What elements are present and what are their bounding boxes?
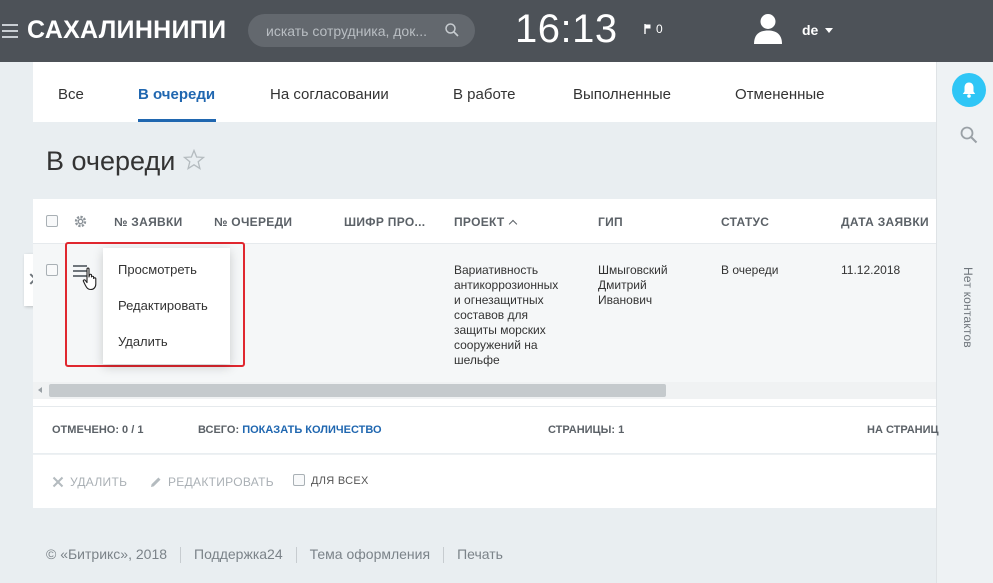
menu-item-edit[interactable]: Редактировать (118, 298, 208, 313)
brand-logo[interactable]: САХАЛИННИПИ (27, 16, 226, 45)
cell-gip: Шмыговский Дмитрий Иванович (598, 263, 668, 308)
column-queue-number[interactable]: № ОЧЕРЕДИ (214, 215, 292, 229)
menu-item-view[interactable]: Просмотреть (118, 262, 197, 277)
gear-icon[interactable] (73, 214, 88, 229)
project-line: антикоррозионных (454, 278, 559, 292)
total-count: ВСЕГО: ПОКАЗАТЬ КОЛИЧЕСТВО (198, 424, 382, 436)
page-title: В очереди (46, 146, 176, 176)
menu-item-delete[interactable]: Удалить (118, 334, 168, 349)
theme-link[interactable]: Тема оформления (310, 546, 430, 562)
column-status[interactable]: СТАТУС (721, 215, 769, 229)
pages-label: СТРАНИЦЫ: 1 (548, 424, 625, 436)
column-gip[interactable]: ГИП (598, 215, 623, 229)
gip-line: Иванович (598, 293, 653, 307)
tab-cancelled[interactable]: Отмененные (735, 86, 825, 103)
page-footer: © «Битрикс», 2018 Поддержка24 Тема оформ… (46, 546, 503, 563)
column-project-label: ПРОЕКТ (454, 215, 505, 229)
search-icon[interactable] (445, 23, 459, 37)
tab-in-progress[interactable]: В работе (453, 86, 516, 103)
filter-tabs: Все В очереди На согласовании В работе В… (33, 62, 936, 122)
project-line: и огнезащитных (454, 293, 544, 307)
tab-on-approval[interactable]: На согласовании (270, 86, 389, 103)
column-project-code[interactable]: ШИФР ПРО... (344, 215, 425, 229)
divider (443, 547, 445, 563)
hamburger-menu-icon[interactable] (2, 24, 18, 38)
search-box[interactable] (248, 14, 475, 47)
tab-completed[interactable]: Выполненные (573, 86, 671, 103)
clock[interactable]: 16:13 (515, 7, 618, 52)
tab-in-queue[interactable]: В очереди (138, 86, 215, 103)
notifications-button[interactable] (952, 73, 986, 107)
for-all-label: ДЛЯ ВСЕХ (311, 475, 369, 487)
bell-icon (962, 82, 976, 98)
user-avatar-icon[interactable] (754, 13, 782, 44)
column-request-number[interactable]: № ЗАЯВКИ (114, 215, 183, 229)
grid-footer: ОТМЕЧЕНО: 0 / 1 ВСЕГО: ПОКАЗАТЬ КОЛИЧЕСТ… (33, 406, 939, 453)
row-context-menu: Просмотреть Редактировать Удалить (103, 248, 230, 364)
project-line: шельфе (454, 353, 500, 367)
total-label: ВСЕГО: (198, 424, 240, 436)
support-link[interactable]: Поддержка24 (194, 546, 283, 562)
active-tab-underline (138, 119, 216, 122)
group-actions-bar: УДАЛИТЬ РЕДАКТИРОВАТЬ ДЛЯ ВСЕХ (33, 454, 936, 508)
contacts-search-icon[interactable] (960, 126, 978, 144)
flag-count: 0 (656, 22, 663, 36)
for-all-checkbox[interactable] (293, 474, 305, 486)
work-day-indicator[interactable]: 0 (644, 22, 663, 36)
project-line: сооружений на (454, 338, 538, 352)
search-input[interactable] (266, 21, 438, 41)
project-line: Вариативность (454, 263, 539, 277)
per-page-label[interactable]: НА СТРАНИЦ (867, 424, 939, 436)
gip-line: Шмыговский (598, 263, 668, 277)
right-panel: Нет контактов (936, 62, 993, 583)
no-contacts-label: Нет контактов (961, 267, 975, 348)
project-line: защиты морских (454, 323, 546, 337)
delete-label: УДАЛИТЬ (70, 475, 128, 489)
scroll-left-icon[interactable] (38, 387, 42, 393)
edit-label: РЕДАКТИРОВАТЬ (168, 475, 274, 489)
cell-date: 11.12.2018 (841, 263, 901, 277)
copyright: © «Битрикс», 2018 (46, 546, 168, 562)
print-link[interactable]: Печать (457, 546, 503, 562)
flag-icon (644, 24, 651, 34)
cell-project: Вариативность антикоррозионных и огнезащ… (454, 263, 558, 368)
project-line: составов для (454, 308, 528, 322)
select-all-checkbox[interactable] (46, 215, 58, 227)
column-project[interactable]: ПРОЕКТ (454, 215, 517, 229)
star-icon[interactable] (183, 149, 205, 171)
gip-line: Дмитрий (598, 278, 647, 292)
chevron-down-icon[interactable] (825, 28, 833, 33)
divider (295, 547, 297, 563)
pencil-icon (151, 477, 161, 487)
selected-count: ОТМЕЧЕНО: 0 / 1 (52, 424, 144, 436)
username[interactable]: de (802, 22, 818, 38)
grid-header: № ЗАЯВКИ № ОЧЕРЕДИ ШИФР ПРО... ПРОЕКТ ГИ… (33, 199, 936, 244)
for-all-toggle[interactable]: ДЛЯ ВСЕХ (293, 474, 369, 487)
delete-button[interactable]: УДАЛИТЬ (52, 475, 127, 489)
tab-all[interactable]: Все (58, 86, 84, 103)
close-icon (52, 476, 64, 488)
divider (180, 547, 182, 563)
horizontal-scrollbar[interactable] (33, 382, 936, 399)
scroll-thumb[interactable] (49, 384, 666, 397)
top-header: САХАЛИННИПИ 16:13 0 de (0, 0, 993, 62)
edit-button[interactable]: РЕДАКТИРОВАТЬ (150, 475, 274, 489)
show-count-link[interactable]: ПОКАЗАТЬ КОЛИЧЕСТВО (242, 424, 381, 436)
row-checkbox[interactable] (46, 264, 58, 276)
sort-up-icon (508, 219, 517, 229)
cell-status: В очереди (721, 263, 779, 277)
column-request-date[interactable]: ДАТА ЗАЯВКИ (841, 215, 929, 229)
